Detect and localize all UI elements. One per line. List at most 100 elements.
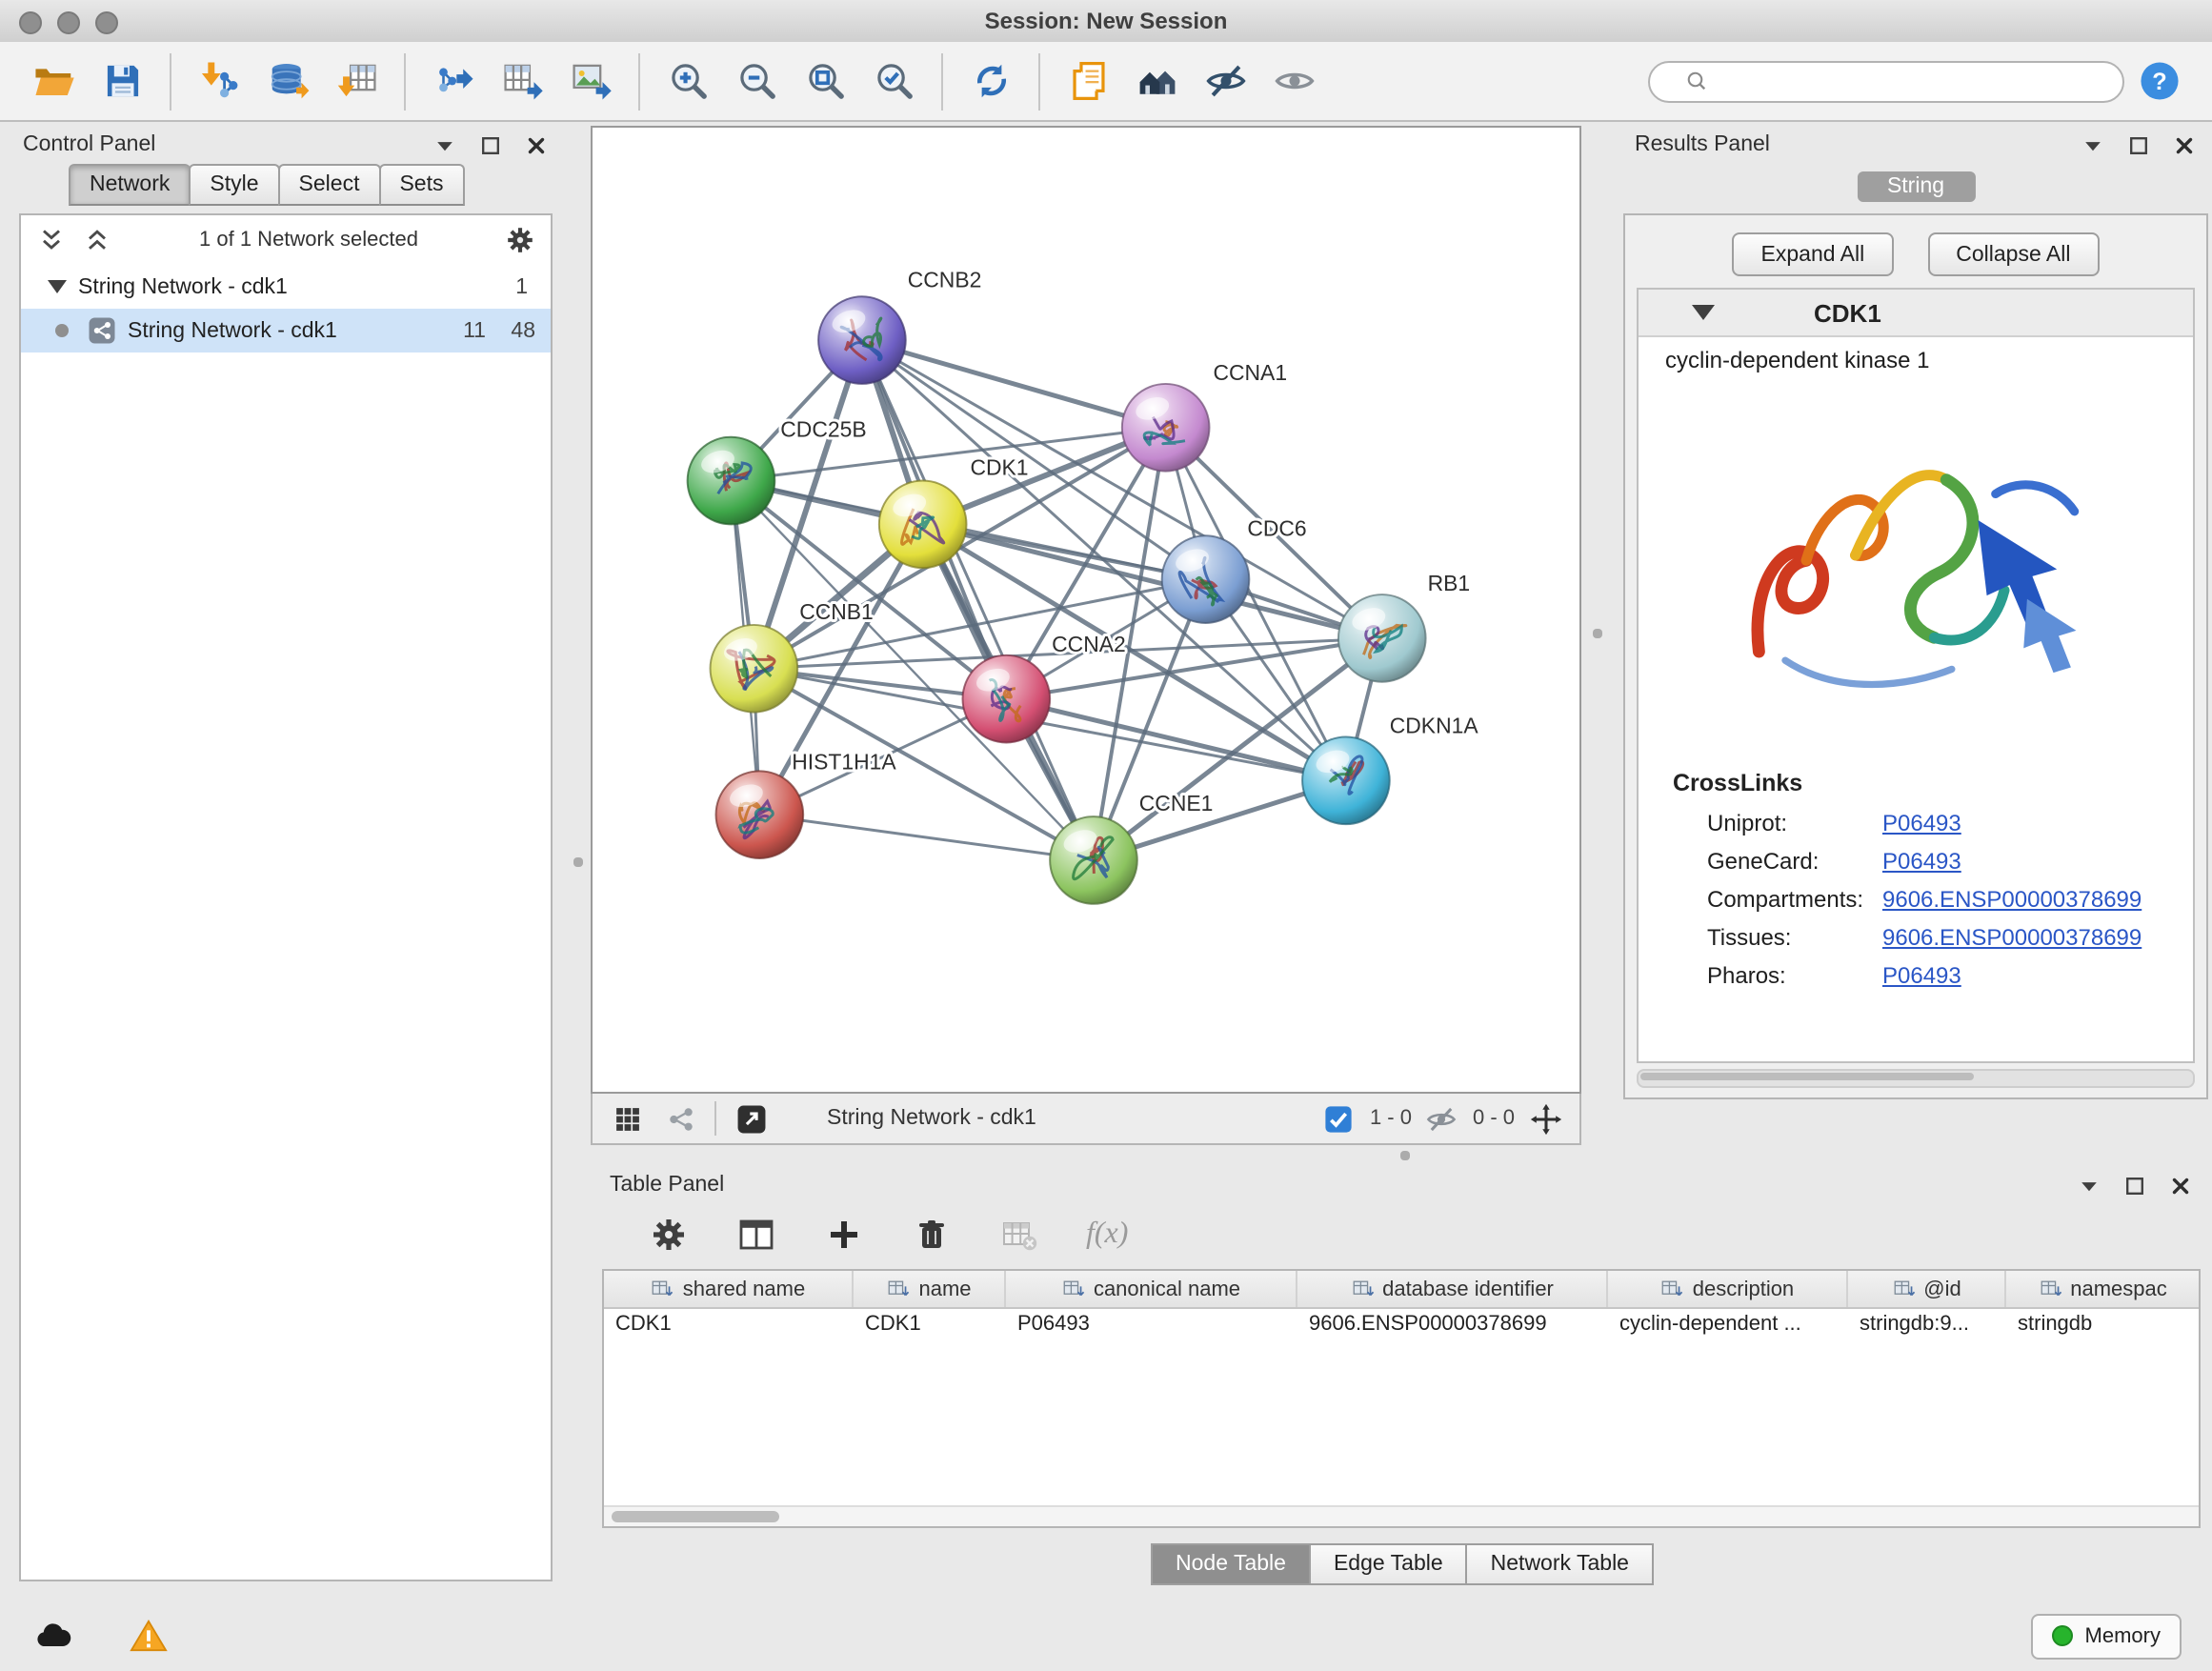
help-icon[interactable]: ? — [2132, 54, 2185, 108]
results-scrollbar[interactable] — [1637, 1069, 2195, 1088]
column-header-id[interactable]: @id — [1848, 1271, 2006, 1307]
function-builder-icon[interactable]: f(x) — [1086, 1218, 1128, 1252]
network-node-CCNA2[interactable] — [963, 655, 1051, 743]
network-node-CDC6[interactable] — [1162, 535, 1250, 623]
network-node-CCNB1[interactable] — [711, 625, 798, 713]
network-graph[interactable]: CCNB2CCNA1CDC25BCDK1CDC6RB1CCNB1CCNA2CDK… — [593, 128, 1579, 1092]
cell-id[interactable]: stringdb:9... — [1848, 1309, 2006, 1345]
cell-canonical-name[interactable]: P06493 — [1006, 1309, 1297, 1345]
expand-all-icon[interactable] — [82, 225, 112, 255]
zoom-in-icon[interactable] — [661, 54, 714, 108]
zoom-fit-icon[interactable] — [798, 54, 852, 108]
cell-namespace[interactable]: stringdb — [2006, 1309, 2199, 1345]
splitter-grip[interactable] — [1593, 629, 1602, 638]
network-edge[interactable] — [759, 815, 1094, 860]
network-edge[interactable] — [862, 340, 1166, 428]
tab-sets[interactable]: Sets — [378, 164, 464, 206]
show-details-eye-icon[interactable] — [1267, 54, 1320, 108]
export-view-icon[interactable] — [732, 1099, 770, 1137]
apply-layout-icon[interactable] — [964, 54, 1017, 108]
network-options-gear-icon[interactable] — [505, 225, 535, 255]
expand-all-button[interactable]: Expand All — [1733, 232, 1894, 276]
splitter-grip[interactable] — [573, 857, 583, 867]
panel-close-icon[interactable] — [2168, 1173, 2193, 1198]
panel-float-icon[interactable] — [2126, 132, 2151, 157]
collapse-all-button[interactable]: Collapse All — [1927, 232, 2099, 276]
export-network-icon[interactable] — [427, 54, 480, 108]
memory-button[interactable]: Memory — [2032, 1613, 2182, 1659]
search-input[interactable] — [1730, 68, 2111, 94]
column-header-name[interactable]: name — [854, 1271, 1006, 1307]
panel-menu-icon[interactable] — [432, 132, 457, 157]
add-column-icon[interactable] — [823, 1214, 865, 1256]
cell-shared-name[interactable]: CDK1 — [604, 1309, 854, 1345]
panel-menu-icon[interactable] — [2077, 1173, 2101, 1198]
collapse-all-icon[interactable] — [36, 225, 67, 255]
panel-close-icon[interactable] — [524, 132, 549, 157]
disclosure-triangle-icon[interactable] — [1692, 305, 1715, 320]
crosslink-link[interactable]: 9606.ENSP00000378699 — [1882, 924, 2142, 951]
node-label-CDC6: CDC6 — [1247, 515, 1306, 540]
column-header-database-identifier[interactable]: database identifier — [1297, 1271, 1608, 1307]
crosslink-link[interactable]: 9606.ENSP00000378699 — [1882, 886, 2142, 913]
network-canvas[interactable]: CCNB2CCNA1CDC25BCDK1CDC6RB1CCNB1CCNA2CDK… — [591, 126, 1581, 1094]
panel-float-icon[interactable] — [478, 132, 503, 157]
tab-network-table[interactable]: Network Table — [1466, 1543, 1654, 1585]
table-horizontal-scrollbar[interactable] — [604, 1505, 2199, 1526]
column-header-canonical-name[interactable]: canonical name — [1006, 1271, 1297, 1307]
network-edge[interactable] — [862, 340, 1094, 860]
cloud-icon[interactable] — [30, 1617, 76, 1655]
documents-icon[interactable] — [1061, 54, 1115, 108]
search-field[interactable] — [1648, 60, 2124, 102]
table-settings-gear-icon[interactable] — [648, 1214, 690, 1256]
gene-section-header[interactable]: CDK1 — [1639, 290, 2193, 337]
tab-style[interactable]: Style — [189, 164, 279, 206]
cell-name[interactable]: CDK1 — [854, 1309, 1006, 1345]
disclosure-triangle-icon[interactable] — [48, 280, 67, 293]
tab-string[interactable]: String — [1857, 171, 1975, 202]
selected-checkbox-icon[interactable] — [1320, 1099, 1358, 1137]
network-collection-row[interactable]: String Network - cdk1 1 — [21, 265, 551, 309]
zoom-selected-icon[interactable] — [867, 54, 920, 108]
cell-description[interactable]: cyclin-dependent ... — [1608, 1309, 1848, 1345]
import-network-database-icon[interactable] — [261, 54, 314, 108]
view-graph-icon[interactable] — [661, 1099, 699, 1137]
tab-node-table[interactable]: Node Table — [1151, 1543, 1311, 1585]
column-header-description[interactable]: description — [1608, 1271, 1848, 1307]
tab-select[interactable]: Select — [278, 164, 381, 206]
panel-menu-icon[interactable] — [2081, 132, 2105, 157]
column-header-shared-name[interactable]: shared name — [604, 1271, 854, 1307]
table-row[interactable]: CDK1 CDK1 P06493 9606.ENSP00000378699 cy… — [604, 1309, 2199, 1345]
network-list: 1 of 1 Network selected String Network -… — [19, 213, 553, 1581]
open-session-icon[interactable] — [27, 54, 80, 108]
network-edge[interactable] — [1006, 699, 1346, 781]
warning-icon[interactable] — [126, 1617, 171, 1655]
panel-close-icon[interactable] — [2172, 132, 2197, 157]
browser-home-icon[interactable] — [1130, 54, 1183, 108]
show-columns-icon[interactable] — [735, 1214, 777, 1256]
export-table-icon[interactable] — [495, 54, 549, 108]
crosslink-link[interactable]: P06493 — [1882, 810, 1961, 836]
pan-crosshair-icon[interactable] — [1526, 1099, 1564, 1137]
node-table: shared name name canonical name database… — [602, 1269, 2201, 1528]
column-header-namespace[interactable]: namespac — [2006, 1271, 2199, 1307]
tab-edge-table[interactable]: Edge Table — [1309, 1543, 1468, 1585]
splitter-grip[interactable] — [1400, 1151, 1410, 1160]
view-grid-icon[interactable] — [608, 1099, 646, 1137]
hidden-eye-slash-icon[interactable] — [1423, 1099, 1461, 1137]
hide-details-eye-slash-icon[interactable] — [1198, 54, 1252, 108]
network-row[interactable]: String Network - cdk1 11 48 — [21, 309, 551, 352]
save-session-icon[interactable] — [95, 54, 149, 108]
import-network-file-icon[interactable] — [192, 54, 246, 108]
export-image-icon[interactable] — [564, 54, 617, 108]
delete-column-icon[interactable] — [911, 1214, 953, 1256]
crosslink-link[interactable]: P06493 — [1882, 962, 1961, 989]
tab-network[interactable]: Network — [69, 164, 191, 206]
panel-float-icon[interactable] — [2122, 1173, 2147, 1198]
import-table-icon[interactable] — [330, 54, 383, 108]
network-type-icon — [88, 316, 116, 345]
zoom-out-icon[interactable] — [730, 54, 783, 108]
crosslink-link[interactable]: P06493 — [1882, 848, 1961, 875]
cell-database-identifier[interactable]: 9606.ENSP00000378699 — [1297, 1309, 1608, 1345]
network-node-CDC25B[interactable] — [688, 437, 775, 525]
